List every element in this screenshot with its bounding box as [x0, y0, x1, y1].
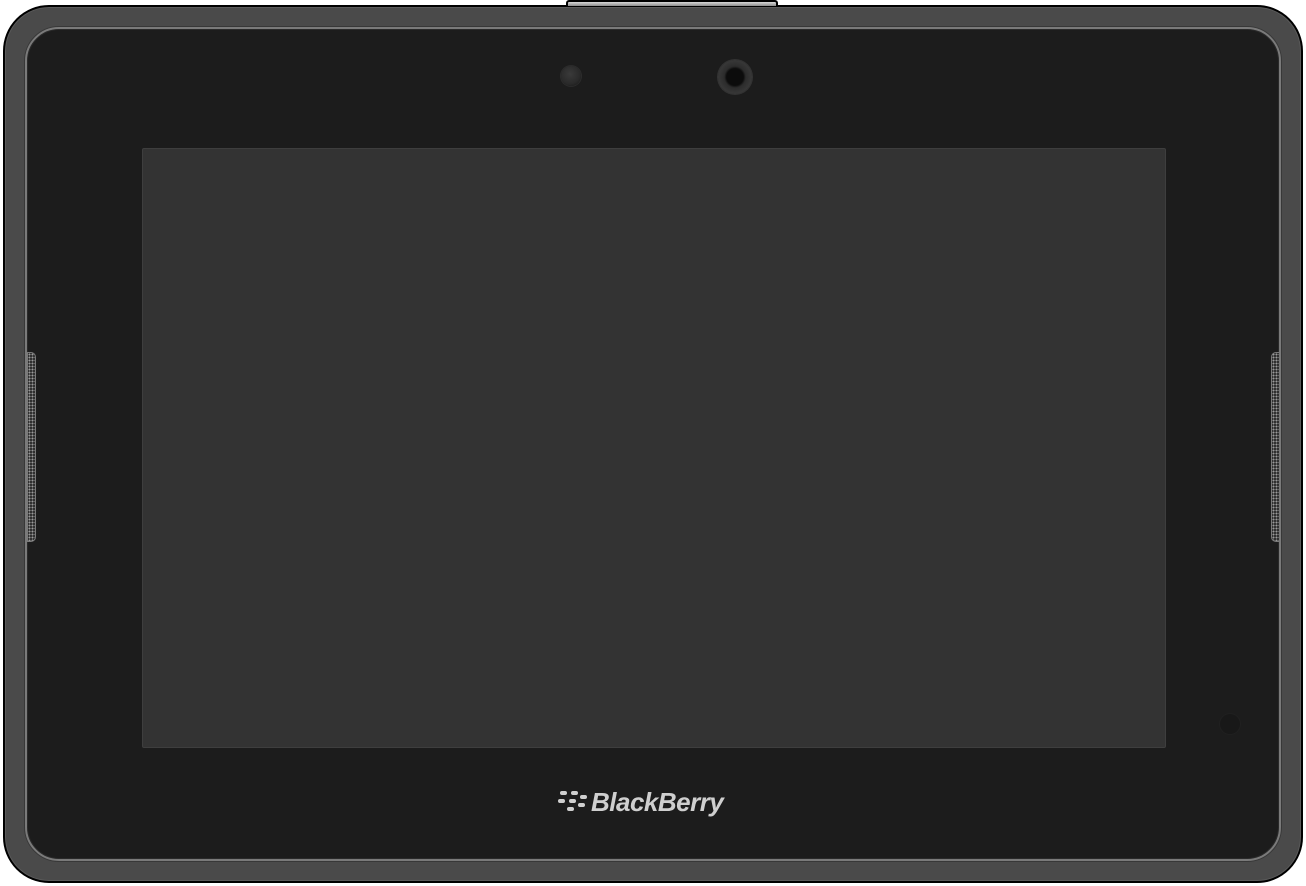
- right-speaker-grille: [1271, 352, 1280, 542]
- brand-logo: BlackBerry: [556, 784, 724, 820]
- front-camera-icon: [718, 60, 752, 94]
- left-speaker-grille: [27, 352, 36, 542]
- power-button[interactable]: [566, 0, 778, 6]
- brand-text: BlackBerry: [591, 787, 724, 817]
- proximity-sensor: [561, 66, 581, 86]
- tablet-screen[interactable]: [142, 148, 1166, 748]
- light-sensor: [1220, 714, 1240, 734]
- blackberry-logo-icon: [558, 791, 587, 811]
